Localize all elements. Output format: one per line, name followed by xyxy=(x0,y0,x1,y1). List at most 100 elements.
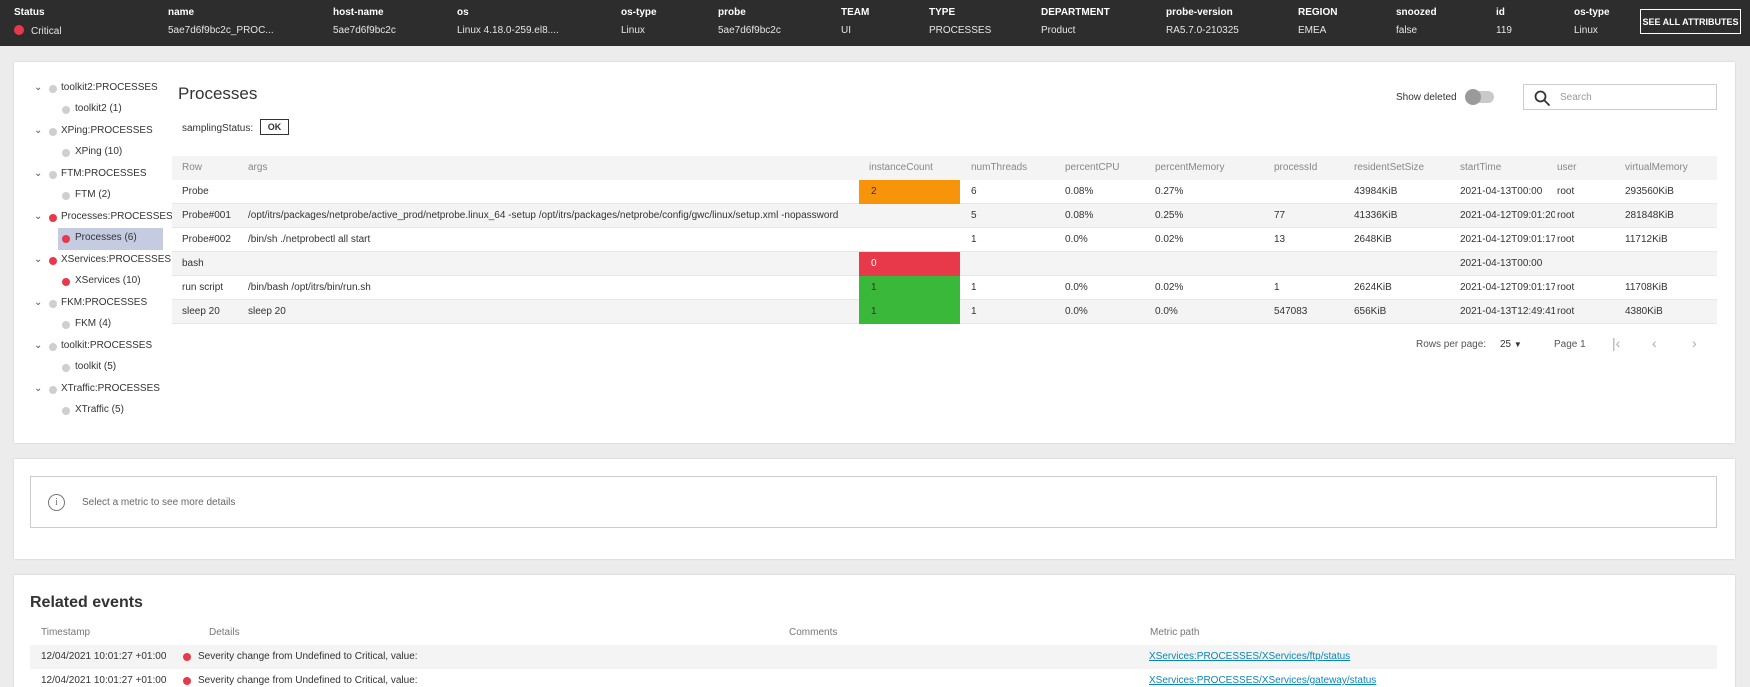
chevron-down-icon[interactable]: ⌄ xyxy=(34,125,42,136)
see-all-attributes-button[interactable]: SEE ALL ATTRIBUTES xyxy=(1640,9,1741,34)
attr-value: Linux xyxy=(1574,25,1610,36)
cell-processid: 77 xyxy=(1274,210,1286,221)
attributes-bar: Status Critical name 5ae7d6f9bc2c_PROC... ho… xyxy=(0,0,1750,46)
cell-residentsetsize: 656KiB xyxy=(1354,306,1387,317)
tree-leaf[interactable]: FTM (2) xyxy=(14,187,164,205)
table-row[interactable]: Probe#002/bin/sh ./netprobectl all start… xyxy=(172,228,1717,252)
table-row[interactable]: sleep 20 sleep 20 1 1 0.0% 0.0% 547083 656KiB 20… xyxy=(172,300,1717,324)
cell-virtualmemory: 281848KiB xyxy=(1625,210,1674,221)
cell-starttime: 2021-04-12T09:01:17 xyxy=(1460,282,1555,293)
tree-leaf-label: XTraffic (5) xyxy=(75,404,124,415)
cell-user: root xyxy=(1557,306,1575,317)
cell-percentcpu: 0.0% xyxy=(1065,234,1088,245)
attr-key: os xyxy=(457,7,469,18)
search-input[interactable] xyxy=(1560,89,1710,106)
previous-page-icon[interactable]: ‹ xyxy=(1652,335,1657,351)
tree-leaf[interactable]: FKM (4) xyxy=(14,316,164,334)
column-header-row[interactable]: Row xyxy=(182,156,246,180)
tree-node[interactable]: ⌄ FKM:PROCESSES xyxy=(14,295,164,313)
column-header-percentmemory[interactable]: percentMemory xyxy=(1155,156,1272,180)
tree-node[interactable]: ⌄ FTM:PROCESSES xyxy=(14,166,164,184)
attr-value: 5ae7d6f9bc2c_PROC... xyxy=(168,25,274,36)
cell-virtualmemory: 4380KiB xyxy=(1625,306,1663,317)
sampling-status-badge: OK xyxy=(260,119,289,135)
tree-node[interactable]: ⌄ XPing:PROCESSES xyxy=(14,123,164,141)
event-row[interactable]: 12/04/2021 10:01:27 +01:00 Severity chang… xyxy=(30,669,1717,687)
rows-per-page-select[interactable]: 25 ▼ xyxy=(1500,339,1522,350)
table-row[interactable]: run script/bin/bash /opt/itrs/bin/run.sh… xyxy=(172,276,1717,300)
search-box[interactable] xyxy=(1523,84,1717,110)
chevron-down-icon[interactable]: ⌄ xyxy=(34,254,42,265)
column-header-user[interactable]: user xyxy=(1557,156,1623,180)
cell-processid: 13 xyxy=(1274,234,1286,245)
column-header-numthreads[interactable]: numThreads xyxy=(971,156,1061,180)
search-icon xyxy=(1534,90,1550,106)
column-header-args[interactable]: args xyxy=(248,156,866,180)
cell-starttime: 2021-04-13T00:00 xyxy=(1460,258,1543,269)
status-dot xyxy=(62,407,70,415)
tree-leaf-label: toolkit (5) xyxy=(75,361,117,372)
attr-value: 5ae7d6f9bc2c xyxy=(718,25,781,36)
tree-node[interactable]: ⌄ toolkit:PROCESSES xyxy=(14,338,164,356)
cell-starttime: 2021-04-12T09:01:20 xyxy=(1460,210,1555,221)
cell-percentcpu: 0.0% xyxy=(1065,306,1088,317)
status-dot xyxy=(49,343,57,351)
tree-leaf[interactable]: toolkit (5) xyxy=(14,359,164,377)
column-header-processid[interactable]: processId xyxy=(1274,156,1352,180)
cell-percentmemory: 0.25% xyxy=(1155,210,1184,221)
status-dot xyxy=(62,321,70,329)
tree-leaf-label: Processes (6) xyxy=(75,232,137,243)
first-page-icon[interactable]: |‹ xyxy=(1612,335,1620,351)
tree-leaf[interactable]: XTraffic (5) xyxy=(14,402,164,420)
table-row[interactable]: Probe#001/opt/itrs/packages/netprobe/act… xyxy=(172,204,1717,228)
attr-value: UI xyxy=(841,25,869,36)
tree-leaf[interactable]: Processes (6) xyxy=(14,228,164,250)
chevron-down-icon[interactable]: ⌄ xyxy=(34,211,42,222)
attr-key: probe xyxy=(718,7,746,18)
info-icon: i xyxy=(48,494,65,511)
show-deleted-toggle[interactable] xyxy=(1465,89,1494,105)
column-header-percentcpu[interactable]: percentCPU xyxy=(1065,156,1153,180)
attr-value: Critical xyxy=(14,25,62,37)
related-events-title: Related events xyxy=(30,594,143,611)
rows-per-page-label: Rows per page: xyxy=(1416,339,1487,350)
attr-host-name: host-name 5ae7d6f9bc2c xyxy=(333,7,396,36)
table-row[interactable]: Probe 2 6 0.08% 0.27% 43984KiB 2021-04-13T00:0… xyxy=(172,180,1717,204)
cell-numthreads: 1 xyxy=(971,306,977,317)
cell-numthreads: 1 xyxy=(971,282,977,293)
status-dot xyxy=(62,149,70,157)
chevron-down-icon[interactable]: ⌄ xyxy=(34,383,42,394)
column-header-starttime[interactable]: startTime xyxy=(1460,156,1555,180)
attr-value: PROCESSES xyxy=(929,25,991,36)
attr-value-text: 119 xyxy=(1496,25,1512,36)
tree-leaf[interactable]: toolkit2 (1) xyxy=(14,101,164,119)
table-row[interactable]: bash 0 2021-04-13T00:00 xyxy=(172,252,1717,276)
tree-node[interactable]: ⌄ Processes:PROCESSES xyxy=(14,209,173,227)
tree-leaf[interactable]: XPing (10) xyxy=(14,144,164,162)
chevron-down-icon[interactable]: ⌄ xyxy=(34,297,42,308)
cell-numthreads: 1 xyxy=(971,234,977,245)
cell-numthreads: 6 xyxy=(971,186,977,197)
tree-node[interactable]: ⌄ XServices:PROCESSES xyxy=(14,252,171,270)
cell-percentcpu: 0.08% xyxy=(1065,186,1094,197)
metric-path-link[interactable]: XServices:PROCESSES/XServices/ftp/status xyxy=(1149,651,1350,662)
column-header-instancecount[interactable]: instanceCount xyxy=(869,156,970,180)
chevron-down-icon[interactable]: ⌄ xyxy=(34,340,42,351)
event-row[interactable]: 12/04/2021 10:01:27 +01:00 Severity chang… xyxy=(30,645,1717,669)
chevron-down-icon[interactable]: ⌄ xyxy=(34,168,42,179)
tree-node-label: toolkit:PROCESSES xyxy=(61,340,153,351)
status-dot xyxy=(49,171,57,179)
column-header-virtualmemory[interactable]: virtualMemory xyxy=(1625,156,1717,180)
chevron-down-icon[interactable]: ⌄ xyxy=(34,82,42,93)
metric-path-link[interactable]: XServices:PROCESSES/XServices/gateway/st… xyxy=(1149,675,1376,686)
cell-percentmemory xyxy=(1155,252,1272,276)
tree-leaf[interactable]: XServices (10) xyxy=(14,273,164,291)
cell-user: root xyxy=(1557,210,1575,221)
column-header-residentsetsize[interactable]: residentSetSize xyxy=(1354,156,1458,180)
tree-node[interactable]: ⌄ toolkit2:PROCESSES xyxy=(14,80,164,98)
cell-row: Probe#002 xyxy=(182,234,231,245)
next-page-icon[interactable]: › xyxy=(1692,335,1697,351)
cell-args: /bin/bash /opt/itrs/bin/run.sh xyxy=(248,282,371,293)
critical-status-dot xyxy=(14,25,24,35)
tree-node[interactable]: ⌄ XTraffic:PROCESSES xyxy=(14,381,164,399)
